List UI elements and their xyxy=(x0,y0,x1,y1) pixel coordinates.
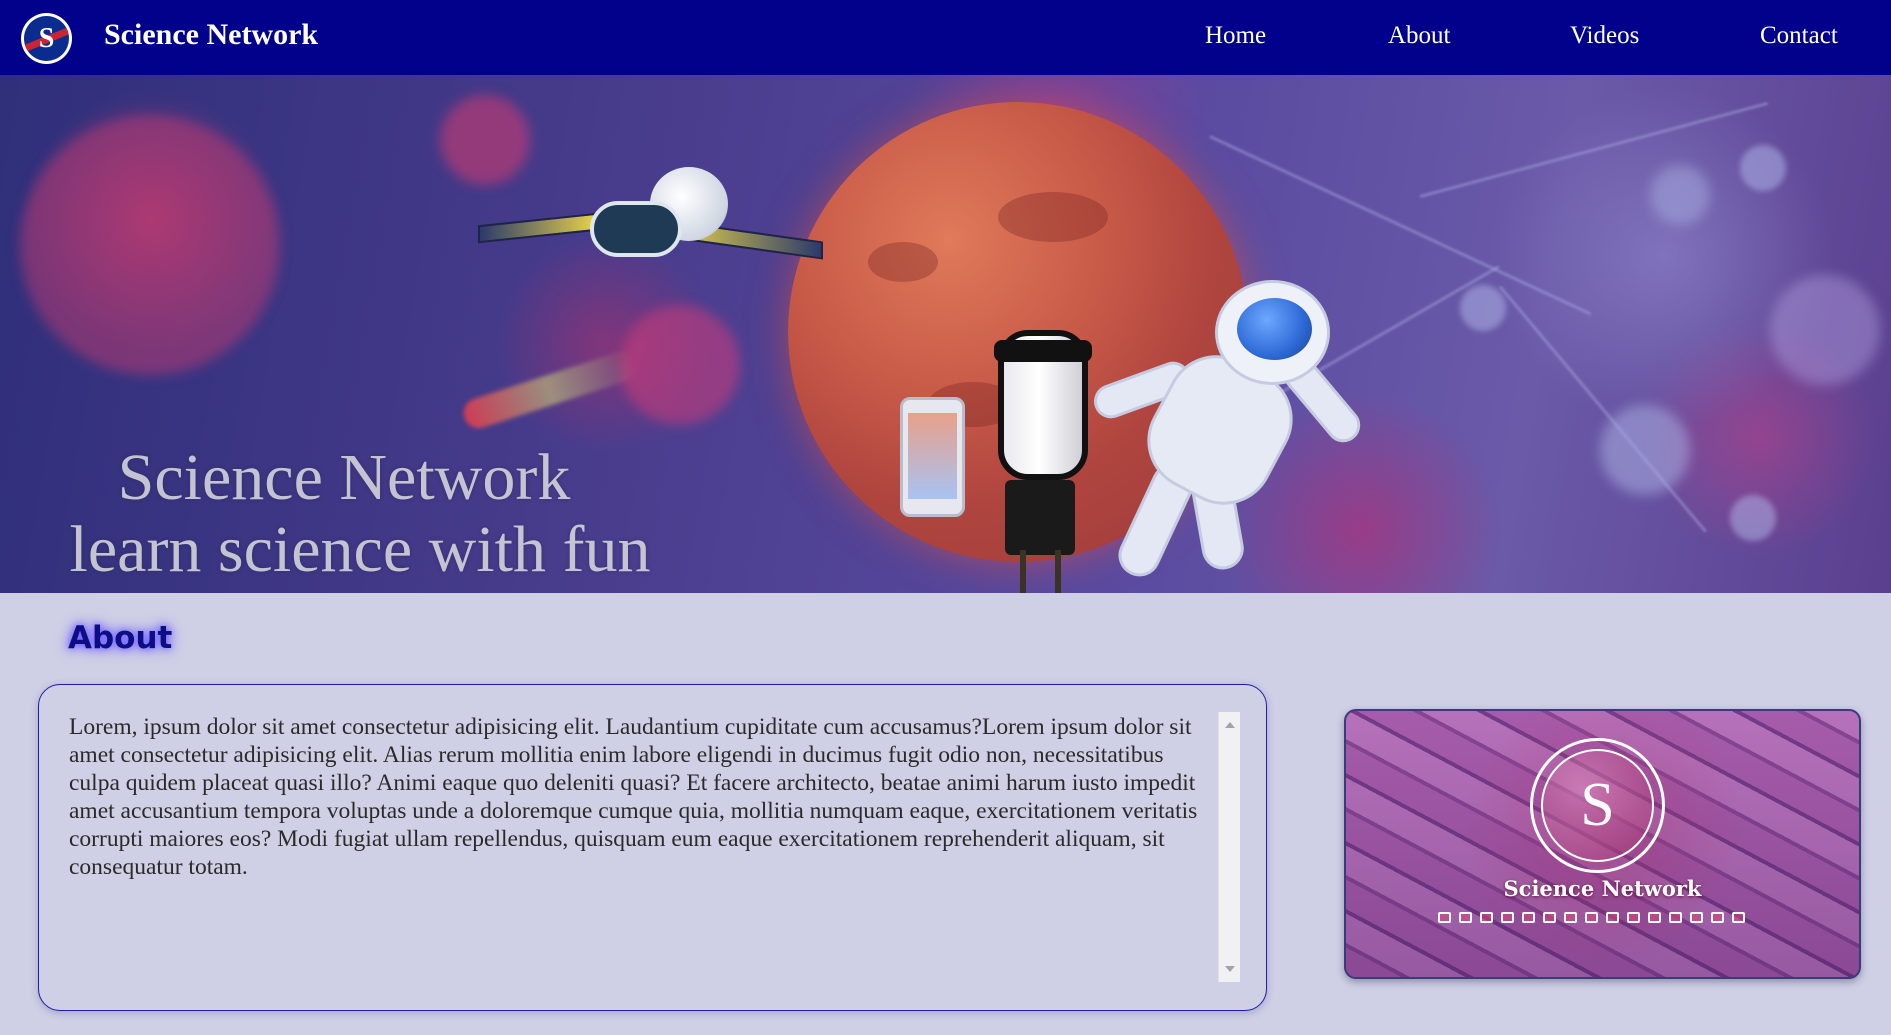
hero-title: Science Network xyxy=(117,441,571,514)
hero-banner: Science Network learn science with fun xyxy=(0,75,1891,593)
video-dot xyxy=(1522,912,1535,923)
video-thumbnail[interactable]: S Science Network xyxy=(1344,709,1861,979)
logo-badge: S xyxy=(24,16,69,61)
nav-link-contact[interactable]: Contact xyxy=(1760,22,1838,50)
bokeh-light xyxy=(20,115,280,375)
nav-link-about[interactable]: About xyxy=(1388,22,1451,50)
astronaut-illustration xyxy=(1085,270,1375,584)
satellite-body xyxy=(590,201,682,257)
network-node xyxy=(1740,145,1786,191)
satellite-panel xyxy=(478,212,598,244)
bokeh-light xyxy=(1770,275,1880,385)
network-node xyxy=(1730,495,1776,541)
video-dot xyxy=(1648,912,1661,923)
video-dot xyxy=(1501,912,1514,923)
video-dot xyxy=(1543,912,1556,923)
video-logo-icon: S xyxy=(1541,749,1654,862)
brand-title[interactable]: Science Network xyxy=(104,18,318,52)
phone-screen xyxy=(908,413,957,499)
about-heading: About xyxy=(68,620,173,656)
bokeh-light xyxy=(1650,165,1710,225)
about-paragraph: Lorem, ipsum dolor sit amet consectetur … xyxy=(69,714,1198,880)
video-dot-row xyxy=(1438,912,1768,926)
phone-illustration xyxy=(900,397,965,517)
satellite-illustration xyxy=(478,163,828,283)
logo-letter: S xyxy=(38,22,55,54)
top-navbar: S Science Network Home About Videos Cont… xyxy=(0,0,1891,75)
about-scrollbar[interactable] xyxy=(1218,712,1240,982)
nav-link-videos[interactable]: Videos xyxy=(1570,22,1639,50)
astronaut-visor xyxy=(1237,298,1312,360)
video-dot xyxy=(1711,912,1724,923)
about-text-box[interactable]: Lorem, ipsum dolor sit amet consectetur … xyxy=(38,684,1267,1011)
video-dot xyxy=(1627,912,1640,923)
scroll-down-arrow-icon[interactable] xyxy=(1225,966,1235,972)
video-dot xyxy=(1480,912,1493,923)
planet-crater xyxy=(998,192,1108,242)
network-node xyxy=(1460,285,1506,331)
telescope-illustration xyxy=(960,320,1100,593)
video-dot xyxy=(1564,912,1577,923)
hero-subtitle: learn science with fun xyxy=(69,513,651,586)
telescope-ring xyxy=(994,340,1092,362)
video-dot xyxy=(1459,912,1472,923)
science-network-logo-icon[interactable]: S xyxy=(21,13,72,64)
scroll-up-arrow-icon[interactable] xyxy=(1225,722,1235,728)
bokeh-light xyxy=(620,305,740,425)
video-dot xyxy=(1732,912,1745,923)
video-dot xyxy=(1606,912,1619,923)
video-title: Science Network xyxy=(1503,876,1702,901)
telescope-mount xyxy=(1005,480,1075,555)
nav-link-home[interactable]: Home xyxy=(1205,22,1266,50)
video-dot xyxy=(1585,912,1598,923)
network-line xyxy=(1498,285,1707,533)
video-dot xyxy=(1690,912,1703,923)
video-dot xyxy=(1438,912,1451,923)
planet-crater xyxy=(868,242,938,282)
comet-illustration xyxy=(459,347,641,433)
video-dot xyxy=(1669,912,1682,923)
network-line xyxy=(1419,101,1769,198)
telescope-leg xyxy=(1020,550,1026,593)
telescope-leg xyxy=(1055,550,1061,593)
